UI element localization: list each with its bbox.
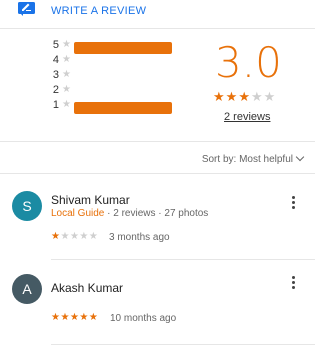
write-review-link[interactable]: WRITE A REVIEW [51, 5, 146, 17]
star-icon: ★ [250, 89, 264, 104]
reviews-count-link[interactable]: 2 reviews [224, 111, 270, 123]
star-icon: ★ [79, 231, 89, 242]
avatar[interactable]: S [12, 191, 42, 221]
histogram-star-label: 3 [52, 69, 59, 81]
review-time: 10 months ago [110, 313, 177, 324]
histogram-bar [74, 102, 172, 114]
histogram-star-label: 2 [52, 84, 59, 96]
star-icon: ★ [88, 231, 99, 242]
histogram-row: 5 ★ [0, 38, 190, 54]
star-icon: ★ [79, 312, 89, 323]
star-icon: ★ [62, 54, 71, 65]
review-stars: ★★★★★ [51, 312, 98, 323]
star-icon: ★ [62, 84, 71, 95]
star-icon: ★ [69, 231, 80, 242]
star-icon: ★ [60, 312, 70, 323]
histogram-row: 2 ★ [0, 83, 190, 98]
average-stars: ★★★★★ [213, 89, 276, 105]
star-icon: ★ [62, 39, 71, 50]
sort-label: Sort by: [201, 154, 237, 165]
local-guide-badge: Local Guide [51, 208, 105, 219]
review-card: A Akash Kumar ★★★★★ 10 months ago [0, 260, 315, 350]
review-time: 3 months ago [109, 232, 170, 243]
star-icon: ★ [69, 312, 80, 323]
sort-control[interactable]: Sort by: Most helpful [201, 152, 305, 165]
star-icon: ★ [62, 69, 71, 80]
histogram-row: 3 ★ [0, 68, 190, 83]
reviewer-meta: Local Guide · 2 reviews · 27 photos [51, 208, 208, 219]
more-options-icon[interactable] [292, 276, 296, 291]
star-icon: ★ [62, 99, 71, 110]
star-icon: ★ [213, 89, 226, 104]
avatar[interactable]: A [12, 274, 42, 304]
pencil-icon [18, 2, 35, 16]
histogram-star-label: 1 [52, 99, 59, 111]
histogram-star-label: 5 [52, 39, 59, 51]
sort-value[interactable]: Most helpful [239, 154, 293, 165]
histogram-row: 4 ★ [0, 53, 190, 68]
divider [0, 28, 315, 29]
histogram-row: 1 ★ [0, 98, 190, 114]
write-review-row[interactable]: WRITE A REVIEW [0, 0, 315, 24]
histogram-star-label: 4 [52, 54, 59, 66]
reviewer-stats: · 2 reviews · 27 photos [104, 208, 209, 219]
rating-histogram: 5 ★ 4 ★ 3 ★ 2 ★ 1 ★ [0, 38, 190, 118]
chevron-down-icon [295, 152, 305, 162]
histogram-bar-track [74, 102, 172, 114]
divider [51, 344, 315, 345]
star-icon: ★ [60, 231, 70, 242]
divider [0, 141, 315, 142]
star-icon: ★ [225, 89, 239, 104]
reviewer-name[interactable]: Akash Kumar [51, 281, 123, 295]
review-stars: ★★★★★ [51, 231, 98, 242]
star-icon: ★ [238, 89, 251, 104]
average-score: 3.0 [215, 38, 282, 87]
review-card: S Shivam Kumar Local Guide · 2 reviews ·… [0, 174, 315, 258]
star-icon: ★ [263, 89, 277, 104]
reviewer-name[interactable]: Shivam Kumar [51, 193, 130, 207]
star-icon: ★ [88, 312, 99, 323]
more-options-icon[interactable] [292, 196, 296, 211]
